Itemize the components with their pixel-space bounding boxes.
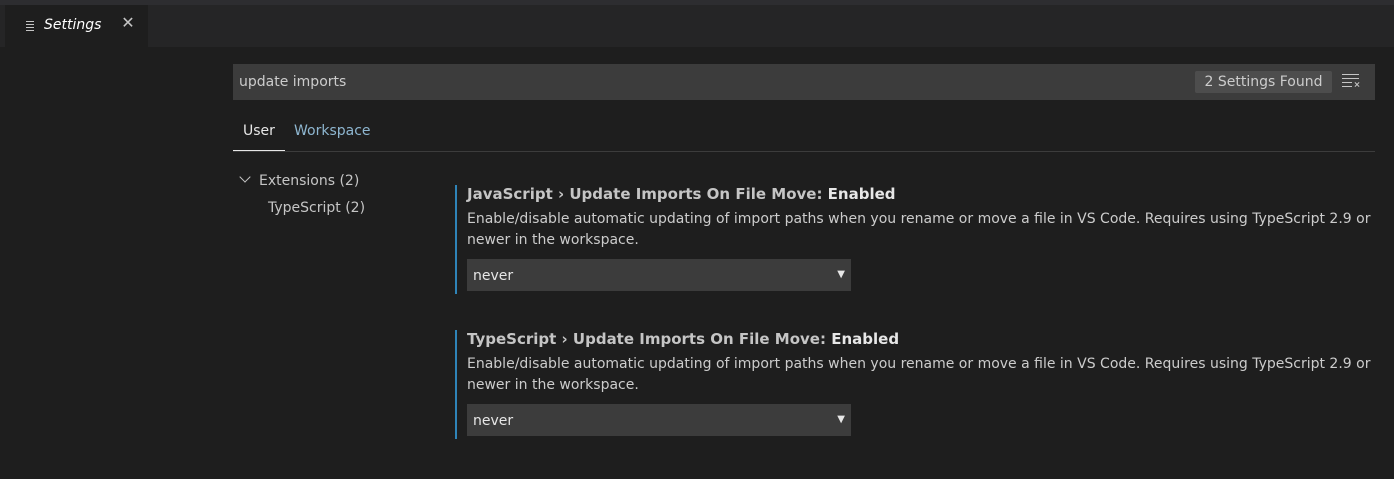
tab-label: Settings (44, 17, 102, 33)
setting-value-dropdown[interactable]: never ▼ (467, 404, 851, 436)
settings-list-icon (26, 21, 38, 31)
setting-title: TypeScript › Update Imports On File Move… (467, 330, 899, 348)
settings-search-bar: 2 Settings Found (233, 64, 1375, 100)
setting-description: Enable/disable automatic updating of imp… (467, 356, 1371, 393)
results-count-badge: 2 Settings Found (1195, 71, 1332, 93)
setting-category: JavaScript › Update Imports On File Move… (467, 185, 828, 203)
clear-filter-icon[interactable] (1342, 74, 1360, 90)
setting-name: Enabled (827, 185, 896, 203)
dropdown-selected-value: never (473, 268, 514, 284)
active-tab-indicator (233, 150, 285, 151)
settings-editor-tab[interactable]: Settings ✕ (5, 5, 148, 47)
chevron-down-icon (239, 171, 251, 183)
toc-group-label: Extensions (2) (259, 173, 360, 189)
close-icon[interactable]: ✕ (121, 15, 135, 31)
toc-child-label: TypeScript (2) (268, 200, 366, 216)
setting-value-dropdown[interactable]: never ▼ (467, 259, 851, 291)
setting-description: Enable/disable automatic updating of imp… (467, 211, 1371, 248)
setting-category: TypeScript › Update Imports On File Move… (467, 330, 832, 348)
dropdown-selected-value: never (473, 413, 514, 429)
tab-user[interactable]: User (243, 123, 275, 139)
toc-item-typescript[interactable]: TypeScript (2) (233, 197, 443, 219)
setting-title: JavaScript › Update Imports On File Move… (467, 185, 896, 203)
dropdown-arrow-icon: ▼ (837, 414, 845, 425)
dropdown-arrow-icon: ▼ (837, 269, 845, 280)
settings-scope-tabs: User Workspace (233, 117, 1375, 152)
toc-item-extensions[interactable]: Extensions (2) (233, 170, 443, 192)
settings-search-input[interactable] (239, 64, 1179, 100)
setting-item-typescript-update-imports: TypeScript › Update Imports On File Move… (455, 330, 1377, 439)
editor-tab-bar: Settings ✕ (0, 5, 1394, 47)
setting-item-javascript-update-imports: JavaScript › Update Imports On File Move… (455, 185, 1377, 294)
setting-name: Enabled (831, 330, 900, 348)
tab-workspace[interactable]: Workspace (294, 123, 371, 139)
